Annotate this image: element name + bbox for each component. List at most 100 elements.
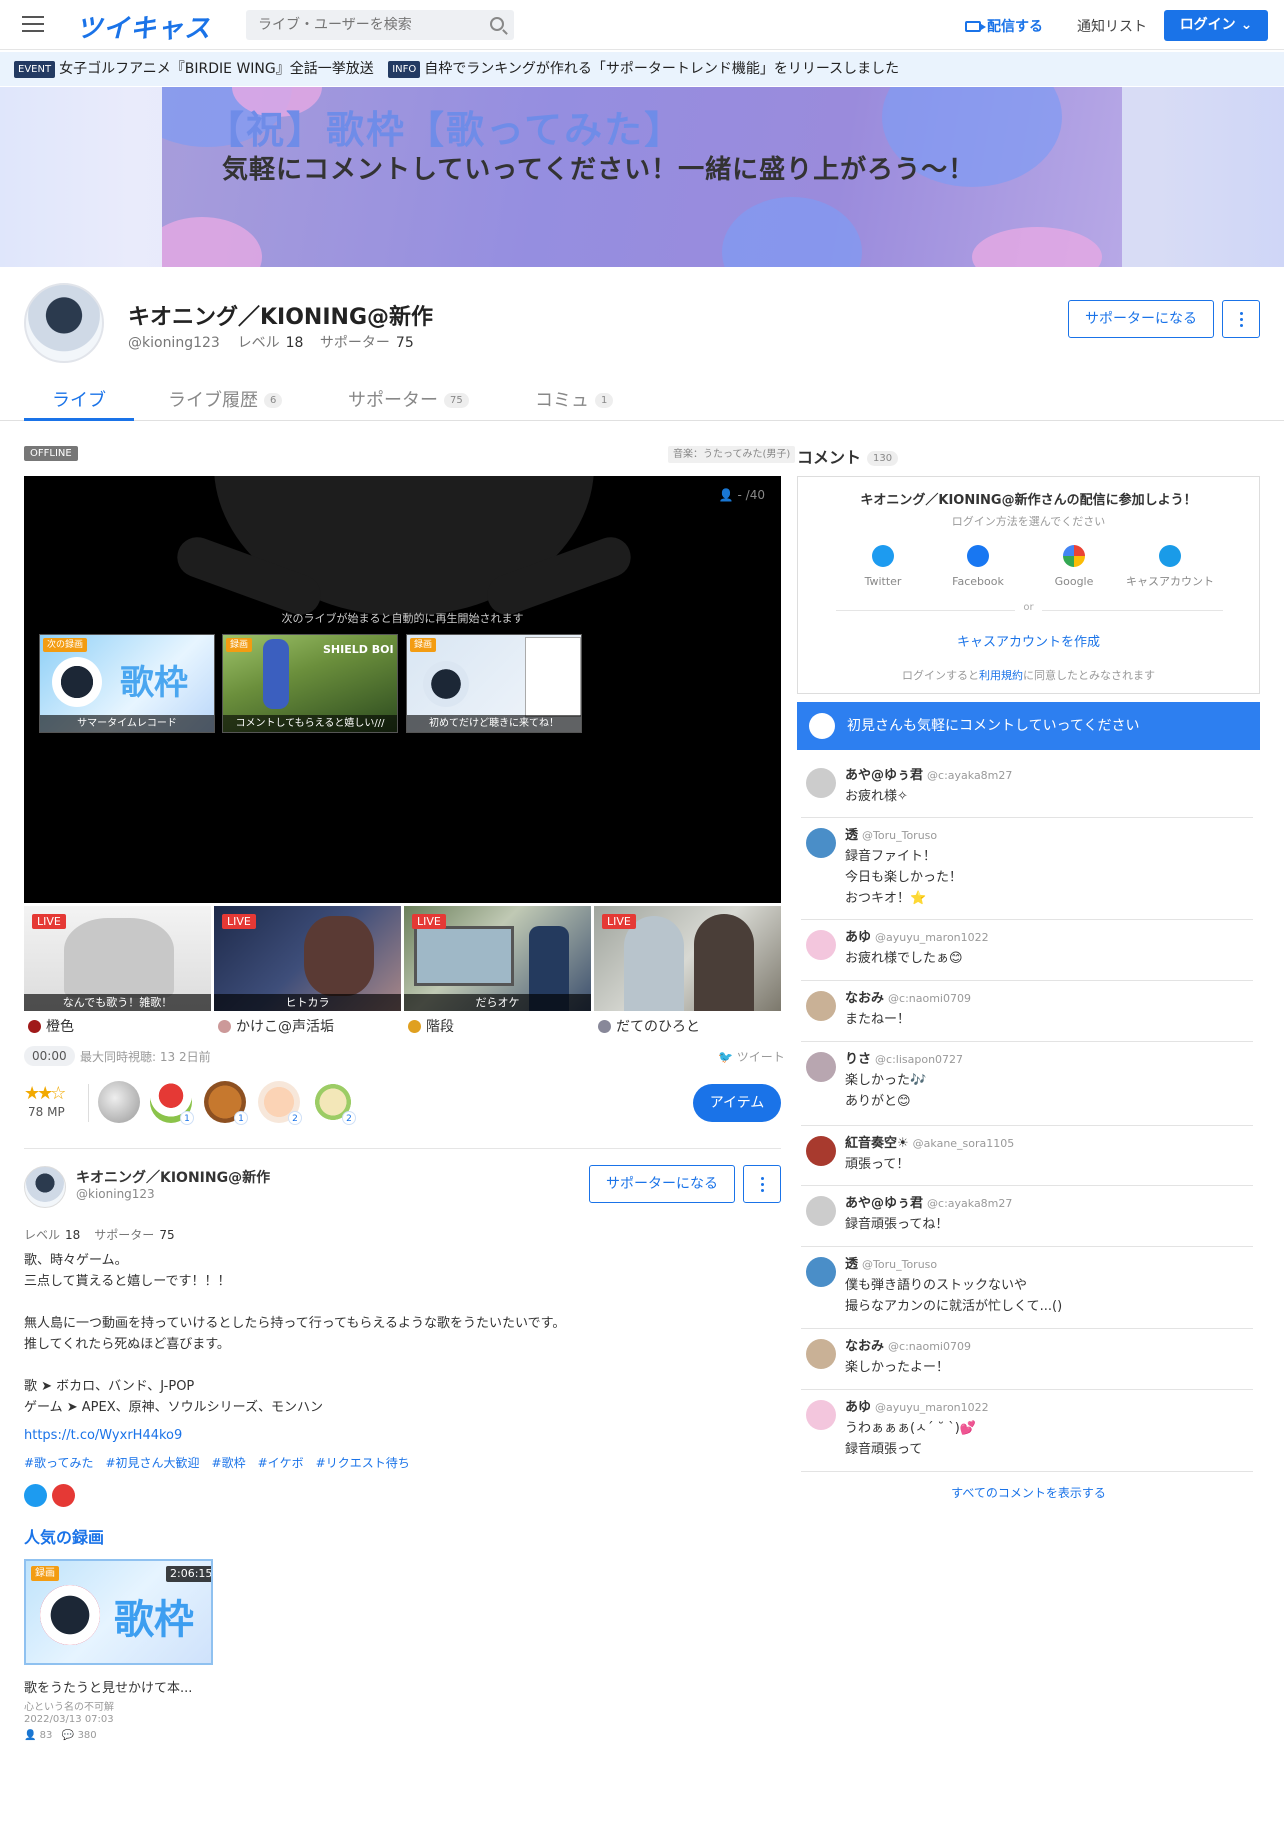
status-badge: OFFLINE: [24, 446, 78, 461]
comment-author[interactable]: 紅音奏空☀: [845, 1136, 909, 1151]
video-player[interactable]: 👤 - /40 次のライブが始まると自動的に再生開始されます 歌枠 次の録画 サ…: [24, 476, 781, 903]
become-supporter-button[interactable]: サポーターになる: [589, 1165, 735, 1203]
login-google[interactable]: Google: [1029, 545, 1119, 589]
profile-tabs: ライブ ライブ履歴 6 サポーター 75 コミュ 1: [0, 376, 1284, 421]
avatar[interactable]: [806, 991, 836, 1021]
youtube-icon[interactable]: [52, 1484, 75, 1507]
profile-link[interactable]: https://t.co/WyxrH44ko9: [24, 1428, 182, 1443]
comment-author[interactable]: あゆ: [845, 930, 871, 945]
event-tag: EVENT: [14, 61, 56, 78]
tab-label: サポーター: [348, 390, 438, 411]
login-button[interactable]: ログイン ⌄: [1164, 10, 1268, 41]
next-video-thumb[interactable]: 歌枠 次の録画 サマータイムレコード: [39, 634, 215, 733]
more-options-button[interactable]: [743, 1165, 781, 1203]
comment-author[interactable]: りさ: [845, 1052, 871, 1067]
live-thumb[interactable]: LIVE なんでも歌う！雑歌！: [24, 906, 211, 1011]
terms-link[interactable]: 利用規約: [979, 669, 1023, 682]
genre-tag[interactable]: 音楽：うたってみた(男子): [668, 446, 796, 463]
search-icon[interactable]: [490, 17, 504, 31]
level-label: レベル: [24, 1228, 61, 1242]
avatar[interactable]: [806, 1136, 836, 1166]
avatar[interactable]: [806, 1257, 836, 1287]
comment-author[interactable]: あや@ゆぅ君: [845, 768, 923, 783]
search-input[interactable]: [246, 10, 476, 40]
provider-label: Facebook: [952, 575, 1004, 588]
recording-title[interactable]: 歌をうたうと見せかけて本...: [24, 1677, 192, 1696]
live-thumb[interactable]: LIVE だらオケ: [404, 906, 591, 1011]
supporter-label: サポーター: [94, 1228, 155, 1242]
create-account-link[interactable]: キャスアカウントを作成: [798, 631, 1259, 650]
comment-author[interactable]: あゆ: [845, 1400, 871, 1415]
hashtag[interactable]: #リクエスト待ち: [316, 1456, 410, 1470]
live-thumb[interactable]: LIVE: [594, 906, 781, 1011]
banner-subtitle: 気軽にコメントしていってください！一緒に盛り上がろう～！: [222, 155, 976, 185]
live-user-link[interactable]: だてのひろと: [598, 1016, 700, 1036]
tab-community[interactable]: コミュ 1: [535, 376, 614, 421]
tab-live[interactable]: ライブ: [24, 376, 134, 421]
twitter-icon[interactable]: [24, 1484, 47, 1507]
star-rating-icon: ★★☆: [24, 1083, 66, 1104]
tab-count: 6: [264, 393, 283, 408]
comment-author[interactable]: なおみ: [845, 991, 884, 1006]
mp-value: 78 MP: [28, 1105, 65, 1119]
login-cas[interactable]: キャスアカウント: [1125, 545, 1215, 589]
comment-item: 紅音奏空☀ @akane_sora1105 頑張って！: [801, 1126, 1253, 1186]
profile-avatar[interactable]: [24, 283, 104, 363]
comment-author[interactable]: なおみ: [845, 1339, 884, 1354]
broadcast-button[interactable]: 配信する: [965, 16, 1043, 36]
next-video-thumb[interactable]: 録画 初めてだけど聴きに来てね！: [406, 634, 582, 733]
recording-thumb[interactable]: 歌枠 録画 2:06:15: [24, 1559, 213, 1665]
live-user-link[interactable]: 階段: [408, 1016, 454, 1036]
comment-text: 僕も弾き語りのストックないや 撮らなアカンのに就活が忙しくて...(): [845, 1278, 1063, 1314]
avatar[interactable]: [806, 828, 836, 858]
become-supporter-button[interactable]: サポーターになる: [1068, 300, 1214, 338]
avatar[interactable]: [806, 1052, 836, 1082]
search-box: [246, 10, 514, 40]
hashtag[interactable]: #歌ってみた: [24, 1456, 93, 1470]
hashtag[interactable]: #初見さん大歓迎: [105, 1456, 199, 1470]
avatar[interactable]: [806, 1196, 836, 1226]
info-link[interactable]: 自枠でランキングが作れる「サポータートレンド機能」をリリースしました: [424, 61, 899, 77]
site-logo[interactable]: ツイキャス: [76, 8, 211, 45]
live-thumb[interactable]: LIVE ヒトカラ: [214, 906, 401, 1011]
comment-author[interactable]: 透: [845, 828, 858, 843]
comment-author[interactable]: 透: [845, 1257, 858, 1272]
banner-title: 【祝】歌枠【歌ってみた】: [206, 108, 685, 152]
profile-avatar-small[interactable]: [24, 1166, 66, 1208]
show-all-comments-link[interactable]: すべてのコメントを表示する: [797, 1484, 1260, 1501]
menu-icon[interactable]: [22, 16, 44, 34]
mascot-item-icon[interactable]: 1: [150, 1081, 194, 1125]
tab-live-history[interactable]: ライブ履歴 6: [168, 376, 283, 421]
tea-item-icon[interactable]: 2: [312, 1081, 356, 1125]
avatar[interactable]: [806, 930, 836, 960]
tab-supporters[interactable]: サポーター 75: [348, 376, 469, 421]
hashtag[interactable]: #イケボ: [258, 1456, 304, 1470]
avatar[interactable]: [806, 1400, 836, 1430]
avatar[interactable]: [806, 1339, 836, 1369]
more-options-button[interactable]: [1222, 300, 1260, 338]
profile-meta: @kioning123 レベル 18 サポーター 75: [128, 332, 426, 352]
comment-count: 380: [77, 1730, 97, 1741]
comment-item: 透 @Toru_Toruso 僕も弾き語りのストックないや 撮らなアカンのに就活が忙…: [801, 1247, 1253, 1329]
clap-item-icon[interactable]: 2: [258, 1081, 302, 1125]
comments-title: コメント: [797, 448, 862, 467]
live-user-link[interactable]: 橙色: [28, 1016, 74, 1036]
live-user-link[interactable]: かけこ@声活垢: [218, 1016, 334, 1036]
comment-author-id: @c:naomi0709: [888, 992, 971, 1005]
login-twitter[interactable]: Twitter: [838, 545, 928, 589]
hashtag[interactable]: #歌枠: [212, 1456, 246, 1470]
top-header: ツイキャス 配信する 通知リスト ログイン ⌄: [0, 0, 1284, 50]
tweet-link[interactable]: 🐦 ツイート: [718, 1048, 785, 1065]
coin-item-icon[interactable]: [98, 1081, 140, 1123]
login-prompt-title: キオニング／KIONING@新作さんの配信に参加しよう！: [860, 493, 1197, 508]
profile-id: @kioning123: [76, 1187, 155, 1201]
bear-item-icon[interactable]: 1: [204, 1081, 248, 1125]
avatar[interactable]: [806, 768, 836, 798]
comment-author[interactable]: あや@ゆぅ君: [845, 1196, 923, 1211]
login-facebook[interactable]: Facebook: [933, 545, 1023, 589]
next-video-thumb[interactable]: SHIELD BOI 録画 コメントしてもらえると嬉しい///: [222, 634, 398, 733]
comment-item: あや@ゆぅ君 @c:ayaka8m27 録音頑張ってね！: [801, 1186, 1253, 1247]
item-button[interactable]: アイテム: [693, 1084, 781, 1122]
event-link[interactable]: 女子ゴルフアニメ『BIRDIE WING』全話一挙放送: [59, 61, 374, 77]
notify-list-link[interactable]: 通知リスト: [1077, 16, 1147, 36]
